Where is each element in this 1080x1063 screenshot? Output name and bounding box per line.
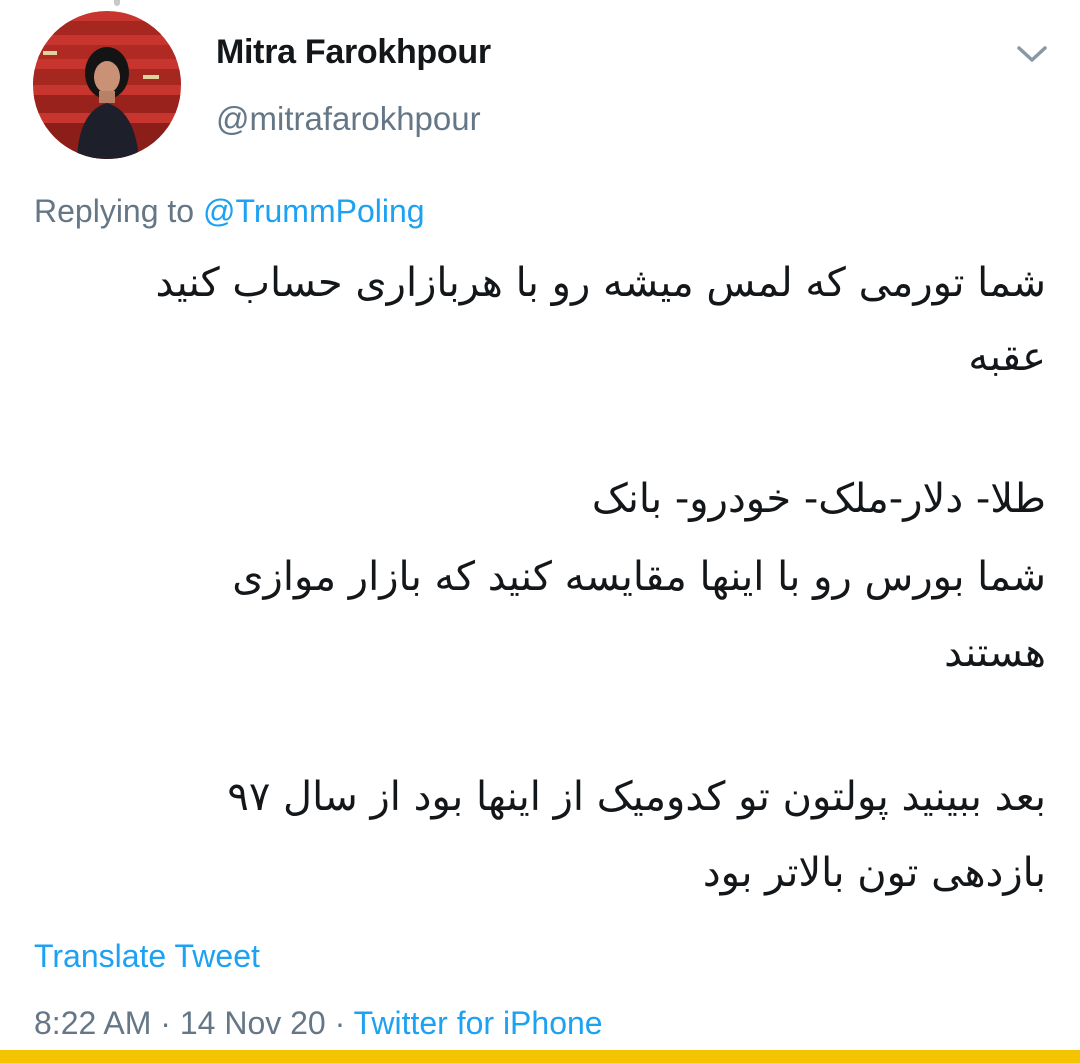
tweet-text-line: شما تورمی که لمس میشه رو با هربازاری حسا… xyxy=(155,260,1047,306)
divider-mark xyxy=(114,0,120,6)
tweet-date: 14 Nov 20 xyxy=(179,1005,326,1041)
replying-to-label: Replying to xyxy=(34,193,203,229)
display-name[interactable]: Mitra Farokhpour xyxy=(216,33,491,72)
tweet-metadata: 8:22 AM · 14 Nov 20 · Twitter for iPhone xyxy=(34,1005,603,1042)
tweet-time: 8:22 AM xyxy=(34,1005,152,1041)
meta-separator: · xyxy=(325,1005,354,1041)
user-handle[interactable]: @mitrafarokhpour xyxy=(216,100,481,138)
translate-tweet-link[interactable]: Translate Tweet xyxy=(34,938,260,975)
avatar[interactable] xyxy=(33,11,181,159)
replying-to: Replying to @TrummPoling xyxy=(34,193,425,230)
bottom-highlight-bar xyxy=(0,1050,1080,1063)
chevron-down-icon[interactable] xyxy=(1012,36,1052,72)
tweet-text-line: طلا- دلار-ملک- خودرو- بانک xyxy=(591,476,1046,522)
reply-mention-link[interactable]: @TrummPoling xyxy=(203,193,425,229)
tweet-source-link[interactable]: Twitter for iPhone xyxy=(354,1005,603,1041)
tweet-text-line: بعد ببینید پولتون تو کدومیک از اینها بود… xyxy=(227,774,1046,820)
tweet-text-line: هستند xyxy=(944,630,1046,676)
meta-separator: · xyxy=(151,1005,180,1041)
tweet-text-line: شما بورس رو با اینها مقایسه کنید که بازا… xyxy=(232,554,1046,600)
tweet-text-line: عقبه xyxy=(968,334,1046,380)
tweet-text-line: بازدهی تون بالاتر بود xyxy=(702,850,1046,896)
tweet[interactable]: Mitra Farokhpour @mitrafarokhpour Replyi… xyxy=(0,0,1080,1063)
